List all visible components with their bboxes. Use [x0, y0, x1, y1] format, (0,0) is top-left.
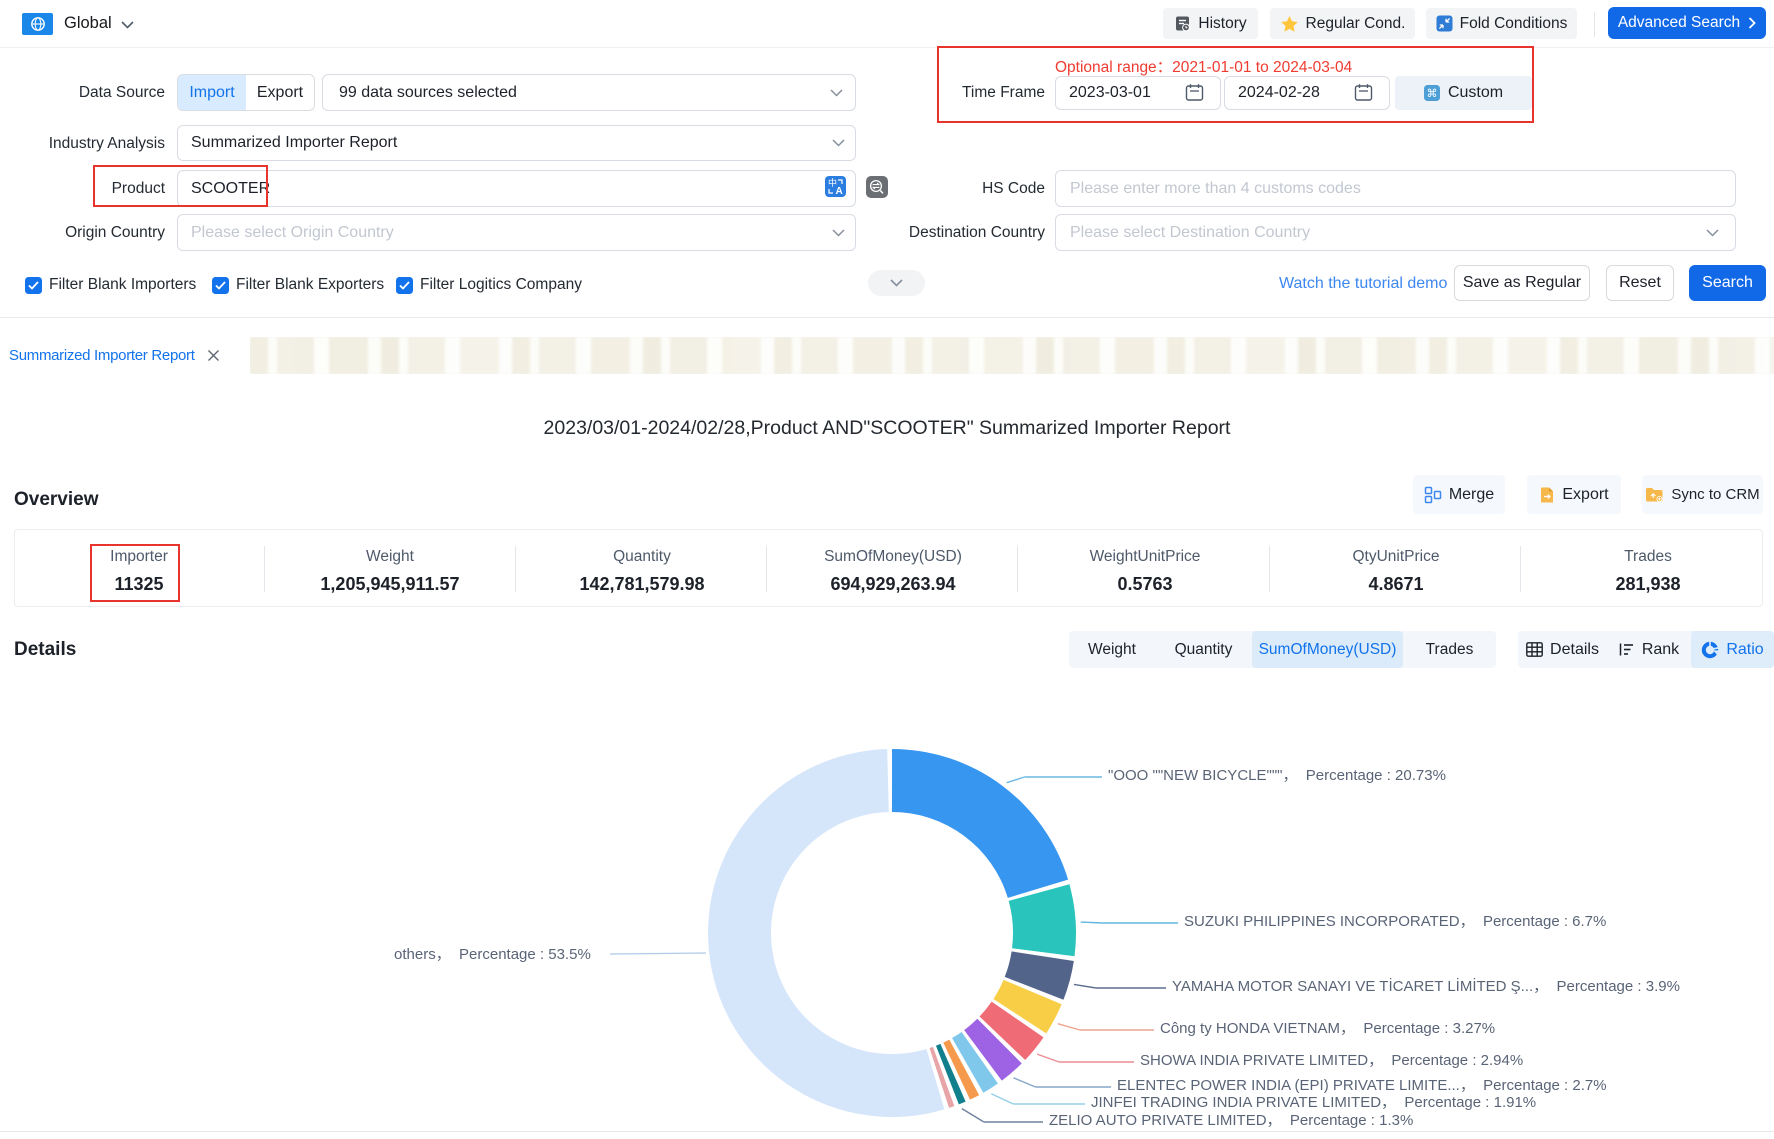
- svg-text:A: A: [836, 186, 843, 197]
